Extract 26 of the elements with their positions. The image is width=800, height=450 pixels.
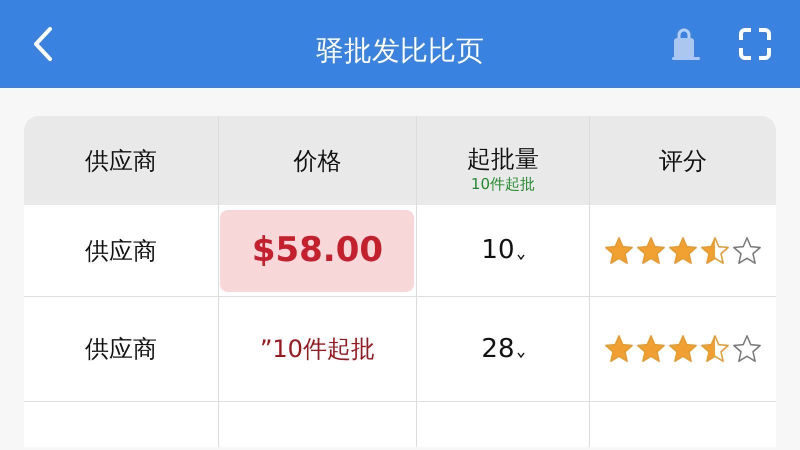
column-note: 10件起批: [470, 177, 535, 192]
filled-star-icon: [636, 236, 666, 266]
back-icon[interactable]: [32, 26, 54, 62]
price: $58.00: [220, 210, 414, 292]
column-label: 供应商: [84, 146, 157, 176]
supplier-name: 供应商: [84, 236, 157, 266]
price: ”10件起批: [260, 334, 375, 365]
page-title: 驿批发比比页: [315, 33, 485, 69]
filled-star-icon: [604, 236, 634, 266]
empty-star-icon: [732, 236, 762, 266]
caret-icon[interactable]: [516, 352, 524, 358]
empty-star-icon: [732, 334, 762, 364]
min-quantity: 28: [481, 332, 514, 366]
half-star-icon: [700, 236, 730, 266]
caret-icon[interactable]: [516, 254, 524, 260]
supplier-name: 供应商: [84, 334, 157, 365]
filled-star-icon: [668, 334, 698, 364]
column-label: 起批量: [466, 144, 539, 175]
min-quantity: 10: [481, 234, 514, 267]
filled-star-icon: [604, 334, 634, 364]
filled-star-icon: [636, 334, 666, 364]
column-label: 评分: [659, 146, 707, 176]
fullscreen-icon[interactable]: [738, 27, 772, 61]
column-label: 价格: [293, 146, 342, 176]
filled-star-icon: [668, 236, 698, 266]
half-star-icon: [700, 334, 730, 364]
